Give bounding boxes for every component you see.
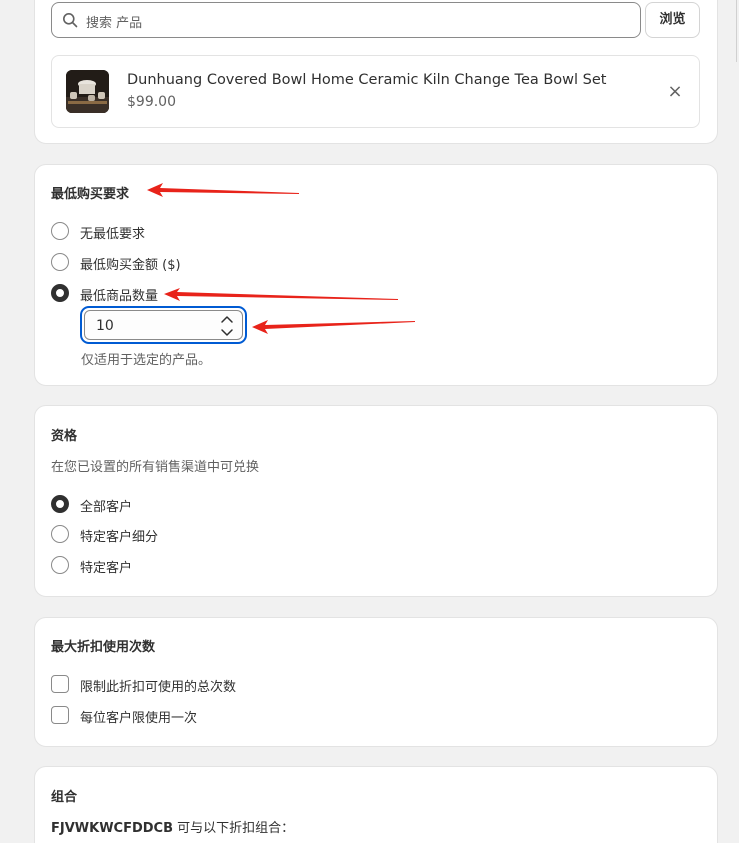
- option-label: 全部客户: [80, 500, 133, 515]
- discount-code: FJVWKWCFDDCB: [51, 821, 173, 836]
- tea-set-image: [66, 70, 109, 113]
- quantity-field-focus-ring: 10: [80, 306, 247, 344]
- option-label: 特定客户: [80, 561, 133, 576]
- eligibility-title: 资格: [51, 429, 78, 444]
- option-label: 无最低要求: [80, 227, 146, 242]
- product-thumbnail: [66, 70, 109, 113]
- chevron-up-icon[interactable]: [216, 313, 238, 326]
- search-placeholder: 搜索 产品: [86, 16, 143, 31]
- radio-button-selected[interactable]: [51, 495, 69, 513]
- radio-button[interactable]: [51, 253, 69, 271]
- search-icon: [63, 13, 78, 28]
- radio-button[interactable]: [51, 525, 69, 543]
- radio-button[interactable]: [51, 556, 69, 574]
- stepper-buttons: [216, 313, 238, 339]
- quantity-help-text: 仅适用于选定的产品。: [81, 353, 212, 368]
- eligibility-card: [34, 405, 718, 597]
- checkbox[interactable]: [51, 706, 69, 724]
- product-title: Dunhuang Covered Bowl Home Ceramic Kiln …: [127, 72, 607, 88]
- quantity-value: 10: [96, 318, 114, 334]
- option-label: 限制此折扣可使用的总次数: [80, 680, 237, 695]
- checkbox[interactable]: [51, 675, 69, 693]
- option-label: 特定客户细分: [80, 530, 159, 545]
- max-uses-title: 最大折扣使用次数: [51, 640, 156, 655]
- annotation-arrow: [164, 288, 398, 301]
- min-requirements-title: 最低购买要求: [51, 187, 130, 202]
- combinations-text: 可与以下折扣组合：: [172, 821, 295, 836]
- chevron-down-icon[interactable]: [216, 326, 238, 339]
- eligibility-subtitle: 在您已设置的所有销售渠道中可兑换: [51, 460, 260, 475]
- product-search-row: 搜索 产品 浏览: [51, 2, 700, 38]
- radio-button-selected[interactable]: [51, 284, 69, 302]
- combinations-description: FJVWKWCFDDCB 可与以下折扣组合：: [51, 817, 294, 836]
- browse-button[interactable]: 浏览: [645, 2, 700, 38]
- close-icon[interactable]: ×: [666, 83, 684, 101]
- option-label: 每位客户限使用一次: [80, 711, 198, 726]
- option-label: 最低商品数量: [80, 289, 159, 304]
- option-label: 最低购买金额 ($): [80, 258, 181, 273]
- annotation-arrow: [252, 320, 415, 334]
- selected-product-row: Dunhuang Covered Bowl Home Ceramic Kiln …: [51, 55, 700, 128]
- combinations-title: 组合: [51, 790, 78, 805]
- product-search-input[interactable]: 搜索 产品: [51, 2, 641, 38]
- product-price: $99.00: [127, 94, 176, 110]
- radio-button[interactable]: [51, 222, 69, 240]
- quantity-stepper[interactable]: 10: [84, 310, 243, 340]
- annotation-arrow: [147, 183, 299, 197]
